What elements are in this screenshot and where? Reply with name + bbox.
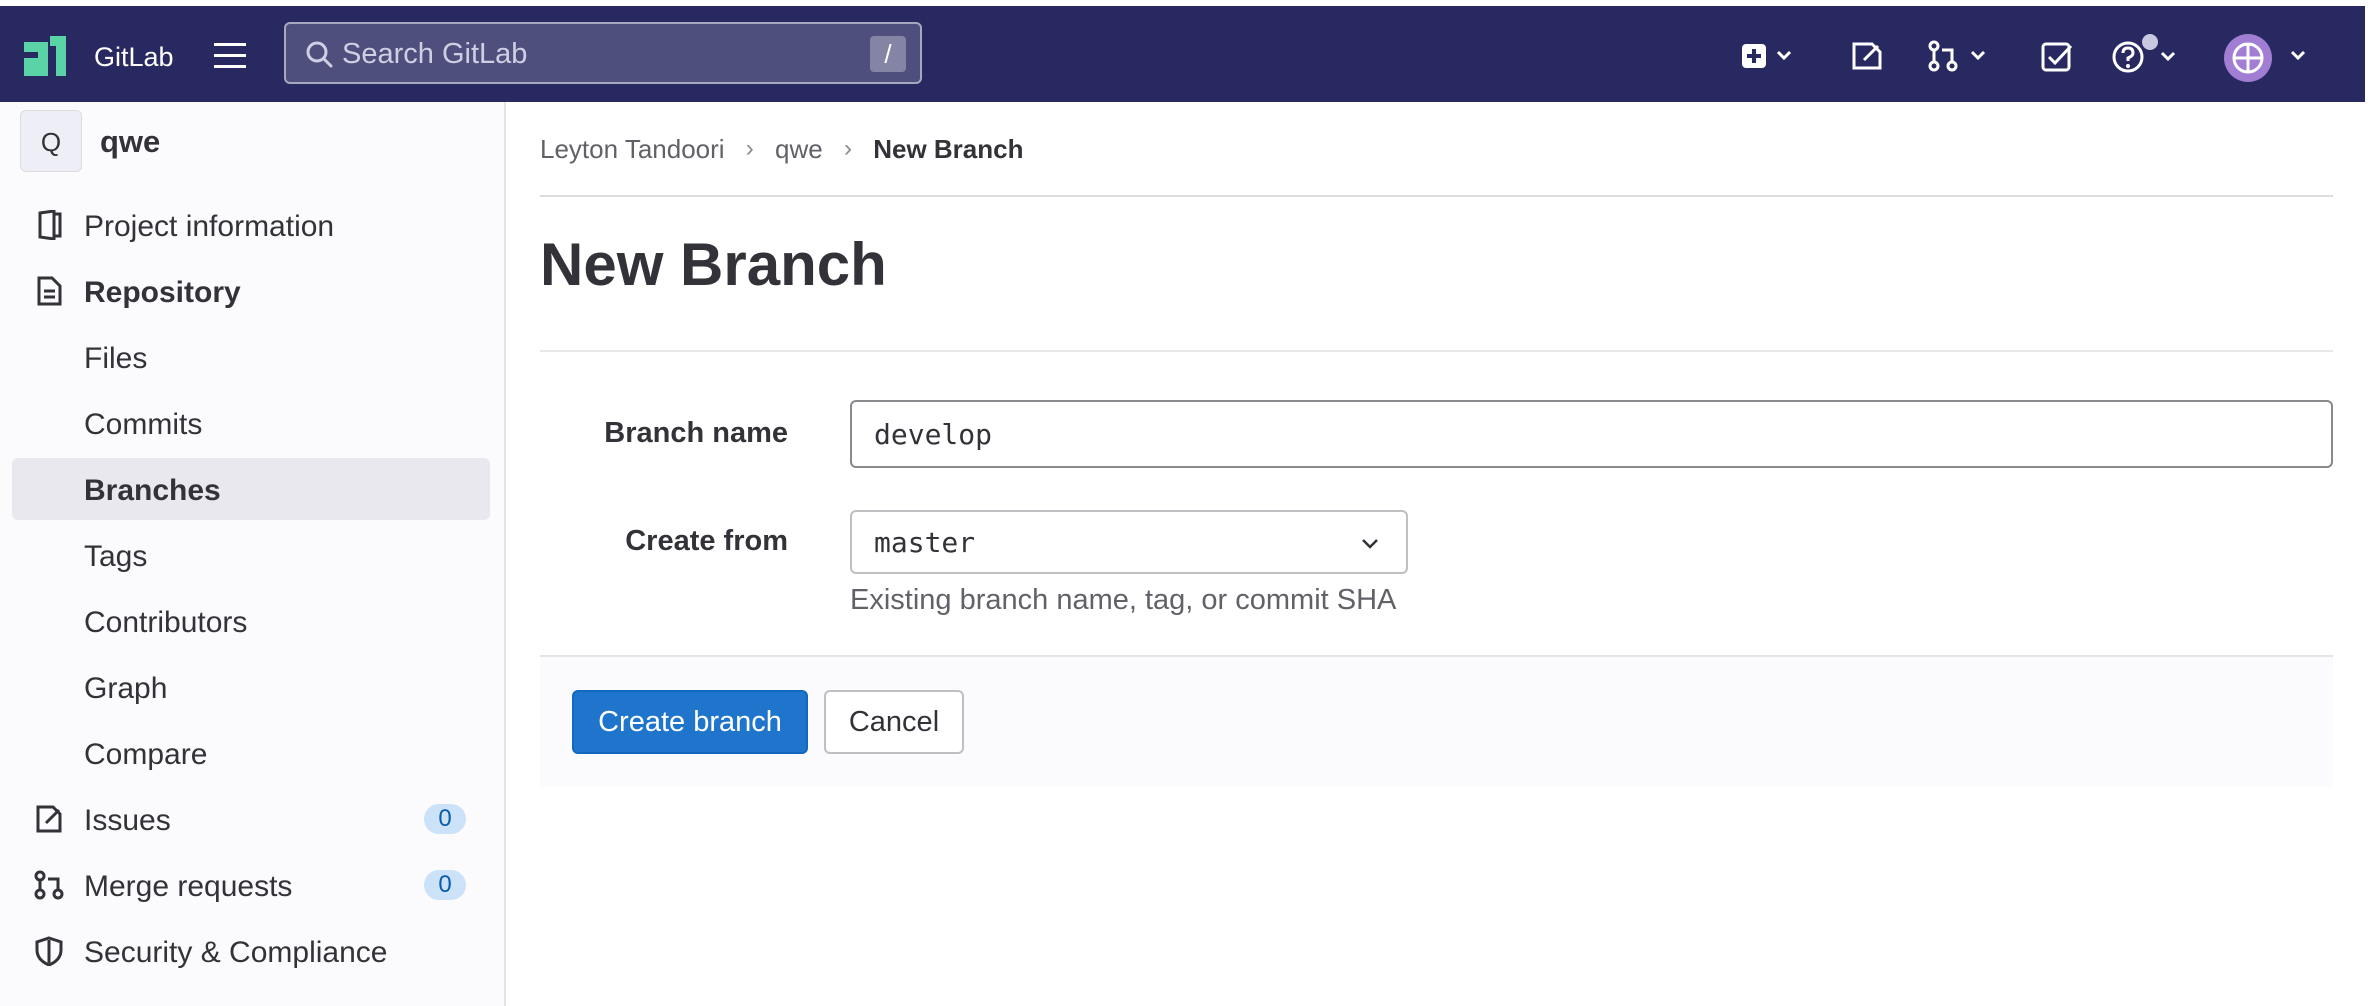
cancel-button[interactable]: Cancel [824,690,964,754]
user-avatar[interactable] [2224,34,2272,82]
create-branch-button[interactable]: Create branch [572,690,808,754]
sidebar-item-contributors[interactable]: Contributors [12,590,490,652]
divider [540,195,2333,197]
shield-icon [35,936,63,966]
sidebar-item-label: Security & Compliance [84,936,388,969]
sidebar-item-label: Project information [84,210,335,243]
user-menu-chevron-icon[interactable] [2288,46,2312,66]
project-information-icon [38,210,62,240]
sidebar-item-project-information[interactable]: Project information [12,194,490,256]
sidebar-item-label: Issues [84,804,171,837]
chevron-right-icon: › [745,135,754,163]
sidebar-item-graph[interactable]: Graph [12,656,490,718]
sidebar-item-commits[interactable]: Commits [12,392,490,454]
sidebar-item-label: Graph [84,672,168,705]
top-navbar: GitLab Search GitLab / [0,6,2365,102]
brand-name[interactable]: GitLab [94,42,174,73]
form-actions: Create branch Cancel [540,655,2333,787]
repository-icon [37,276,62,306]
sidebar-item-branches[interactable]: Branches [12,458,490,520]
divider [540,350,2333,352]
create-from-label: Create from [625,525,788,557]
merge-requests-dropdown-icon[interactable] [1928,40,1994,72]
hamburger-menu-icon[interactable] [214,42,250,70]
breadcrumb-item-project[interactable]: qwe [775,134,823,165]
todo-list-icon[interactable] [2040,40,2074,72]
breadcrumb: Leyton Tandoori › qwe › New Branch [540,132,1023,165]
breadcrumb-item-current[interactable]: New Branch [873,134,1023,165]
sidebar-item-label: Repository [84,276,241,309]
sidebar-item-compare[interactable]: Compare [12,722,490,784]
breadcrumb-item-namespace[interactable]: Leyton Tandoori [540,134,725,165]
sidebar-item-label: Merge requests [84,870,293,903]
branch-name-input[interactable] [850,400,2333,468]
sidebar-item-label: Commits [84,408,203,441]
notification-dot [2140,32,2160,52]
project-avatar[interactable]: Q [20,110,82,172]
avatar-pattern-icon [2232,42,2264,74]
create-from-help-text: Existing branch name, tag, or commit SHA [850,584,1397,616]
sidebar-item-label: Tags [84,540,148,573]
sidebar-item-label: Files [84,342,148,375]
issues-icon [36,805,62,833]
gitlab-logo-icon[interactable] [24,36,74,78]
search-box[interactable]: Search GitLab / [284,22,922,84]
branch-name-label: Branch name [604,417,788,449]
project-sidebar: Q qwe Project information Repository Fil… [0,102,506,1006]
chevron-down-icon [1362,539,1378,549]
page-title: New Branch [540,231,887,298]
sidebar-item-files[interactable]: Files [12,326,490,388]
create-new-dropdown-icon[interactable] [1742,40,1798,72]
sidebar-item-label: Compare [84,738,208,771]
sidebar-item-repository[interactable]: Repository [12,260,490,322]
merge-requests-count-badge: 0 [424,870,466,900]
sidebar-item-issues[interactable]: Issues 0 [12,788,490,850]
search-shortcut-key: / [870,36,906,72]
search-placeholder: Search GitLab [342,38,528,70]
chevron-right-icon: › [843,135,852,163]
sidebar-item-label: Contributors [84,606,248,639]
issues-count-badge: 0 [424,804,466,834]
sidebar-item-label: Branches [84,474,221,507]
project-name[interactable]: qwe [100,124,160,160]
search-icon [306,41,333,68]
sidebar-item-security-compliance[interactable]: Security & Compliance [12,920,490,982]
create-from-value: master [874,526,976,559]
sidebar-item-merge-requests[interactable]: Merge requests 0 [12,854,490,916]
issues-icon[interactable] [1850,40,1884,72]
merge-request-icon [34,870,64,900]
sidebar-item-tags[interactable]: Tags [12,524,490,586]
create-from-dropdown[interactable]: master [850,510,1408,574]
